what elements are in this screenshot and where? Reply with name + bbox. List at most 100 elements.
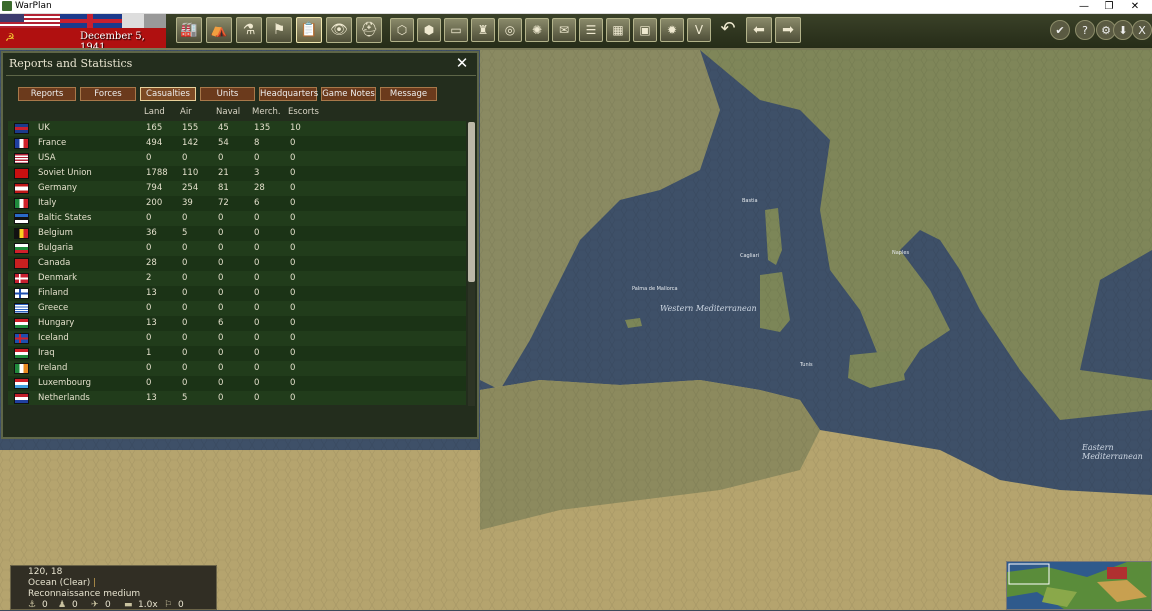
lines-filter-button[interactable]: ☰ — [579, 18, 603, 42]
scrollbar-thumb[interactable] — [468, 122, 475, 282]
minimize-button[interactable]: — — [1071, 0, 1097, 13]
table-row[interactable]: Soviet Union 1788 110 21 3 0 — [8, 166, 466, 181]
table-row[interactable]: Canada 28 0 0 0 0 — [8, 256, 466, 271]
stat-value: 1.0x — [138, 600, 158, 610]
headquarters-filter-button[interactable]: ♜ — [471, 18, 495, 42]
ca-flag-icon — [14, 258, 29, 269]
cell-air: 0 — [182, 153, 188, 163]
save-button[interactable]: ⬇ — [1113, 20, 1133, 40]
tab-headquarters[interactable]: Headquarters — [259, 87, 318, 101]
table-row[interactable]: Finland 13 0 0 0 0 — [8, 286, 466, 301]
hammer-sickle-icon: ☭ — [5, 31, 15, 44]
tab-casualties[interactable]: Casualties — [140, 87, 196, 101]
fire-filter-button[interactable]: ✹ — [660, 18, 684, 42]
reinforcement-button[interactable]: ⛺ — [206, 17, 232, 43]
frame-filter-button[interactable]: ▣ — [633, 18, 657, 42]
hex-terrain: Ocean (Clear) | — [28, 578, 96, 588]
stat-value: 0 — [72, 600, 78, 610]
research-button[interactable]: ⚗ — [236, 17, 262, 43]
reports-button[interactable]: 📋 — [296, 17, 322, 43]
panel-title: Reports and Statistics — [9, 57, 133, 70]
cell-air: 0 — [182, 273, 188, 283]
country-name: Luxembourg — [38, 378, 91, 388]
cell-escorts: 0 — [290, 288, 296, 298]
table-row[interactable]: Ireland 0 0 0 0 0 — [8, 361, 466, 376]
victory-filter-button[interactable]: Ⅴ — [687, 18, 711, 42]
tab-units[interactable]: Units — [200, 87, 255, 101]
cell-merch: 0 — [254, 273, 260, 283]
hex-cluster-filter-button[interactable]: ⬢ — [417, 18, 441, 42]
recon-button[interactable]: 👁 — [326, 17, 352, 43]
undo-button[interactable]: ↶ — [716, 17, 740, 43]
close-window-button[interactable]: ✕ — [1122, 0, 1148, 13]
cell-land: 1 — [146, 348, 152, 358]
table-row[interactable]: UK 165 155 45 135 10 — [8, 121, 466, 136]
column-header-naval: Naval — [216, 107, 241, 117]
cell-air: 0 — [182, 288, 188, 298]
cell-land: 2 — [146, 273, 152, 283]
is-flag-icon — [14, 333, 29, 344]
target-filter-button[interactable]: ◎ — [498, 18, 522, 42]
table-row[interactable]: Luxembourg 0 0 0 0 0 — [8, 376, 466, 391]
country-name: Netherlands — [38, 393, 90, 403]
cell-merch: 0 — [254, 228, 260, 238]
hex-info-panel: 120, 18 Ocean (Clear) | Reconnaissance m… — [10, 565, 217, 610]
table-row[interactable]: Germany 794 254 81 28 0 — [8, 181, 466, 196]
country-name: USA — [38, 153, 56, 163]
tab-game-notes[interactable]: Game Notes — [321, 87, 376, 101]
hex-recon: Reconnaissance medium — [28, 589, 141, 599]
cell-escorts: 0 — [290, 303, 296, 313]
cell-escorts: 0 — [290, 228, 296, 238]
tab-reports[interactable]: Reports — [18, 87, 76, 101]
table-row[interactable]: Greece 0 0 0 0 0 — [8, 301, 466, 316]
cell-merch: 0 — [254, 348, 260, 358]
hex-outline-filter-button[interactable]: ⬡ — [390, 18, 414, 42]
table-row[interactable]: Italy 200 39 72 6 0 — [8, 196, 466, 211]
main-toolbar: ☭ December 5, 1941 🏭 ⛺ ⚗ ⚑ 📋 👁 ⛑ ⬡ ⬢ ▭ ♜ ◎ ✺ ✉ ☰ ▦ ▣ ✹ Ⅴ … — [0, 14, 1152, 50]
help-button[interactable]: ? — [1075, 20, 1095, 40]
next-unit-button[interactable]: ➡ — [775, 17, 801, 43]
terrain-text: Ocean (Clear) — [28, 578, 91, 588]
table-row[interactable]: Denmark 2 0 0 0 0 — [8, 271, 466, 286]
supply-filter-button[interactable]: ✺ — [525, 18, 549, 42]
cell-land: 0 — [146, 333, 152, 343]
cell-air: 5 — [182, 393, 188, 403]
close-icon[interactable]: ✕ — [454, 56, 470, 72]
prev-unit-button[interactable]: ⬅ — [746, 17, 772, 43]
envelope-filter-button[interactable]: ✉ — [552, 18, 576, 42]
cell-naval: 0 — [218, 363, 224, 373]
city-label: Bastia — [742, 198, 758, 204]
cell-air: 0 — [182, 363, 188, 373]
diplomacy-button[interactable]: ⚑ — [266, 17, 292, 43]
it-flag-icon — [14, 198, 29, 209]
cell-air: 0 — [182, 348, 188, 358]
hu-flag-icon — [14, 318, 29, 329]
cell-air: 155 — [182, 123, 199, 133]
table-row[interactable]: Iraq 1 0 0 0 0 — [8, 346, 466, 361]
cell-escorts: 0 — [290, 318, 296, 328]
cell-merch: 0 — [254, 258, 260, 268]
table-row[interactable]: Baltic States 0 0 0 0 0 — [8, 211, 466, 226]
helmet-button[interactable]: ⛑ — [356, 17, 382, 43]
tab-forces[interactable]: Forces — [80, 87, 136, 101]
cell-naval: 54 — [218, 138, 229, 148]
table-row[interactable]: Bulgaria 0 0 0 0 0 — [8, 241, 466, 256]
table-scrollbar[interactable] — [468, 122, 475, 406]
tank-unit-filter-button[interactable]: ▭ — [444, 18, 468, 42]
grid-filter-button[interactable]: ▦ — [606, 18, 630, 42]
bg-flag-icon — [14, 243, 29, 254]
table-row[interactable]: USA 0 0 0 0 0 — [8, 151, 466, 166]
tab-message[interactable]: Message — [380, 87, 437, 101]
minimap[interactable] — [1006, 561, 1152, 610]
table-row[interactable]: Belgium 36 5 0 0 0 — [8, 226, 466, 241]
production-button[interactable]: 🏭 — [176, 17, 202, 43]
table-row[interactable]: France 494 142 54 8 0 — [8, 136, 466, 151]
restore-button[interactable]: ❐ — [1096, 0, 1122, 13]
dk-flag-icon — [14, 273, 29, 284]
cell-land: 13 — [146, 318, 157, 328]
end-turn-button[interactable]: ✔ — [1050, 20, 1070, 40]
table-row[interactable]: Netherlands 13 5 0 0 0 — [8, 391, 466, 405]
exit-button[interactable]: X — [1132, 20, 1152, 40]
table-row[interactable]: Hungary 13 0 6 0 0 — [8, 316, 466, 331]
table-row[interactable]: Iceland 0 0 0 0 0 — [8, 331, 466, 346]
